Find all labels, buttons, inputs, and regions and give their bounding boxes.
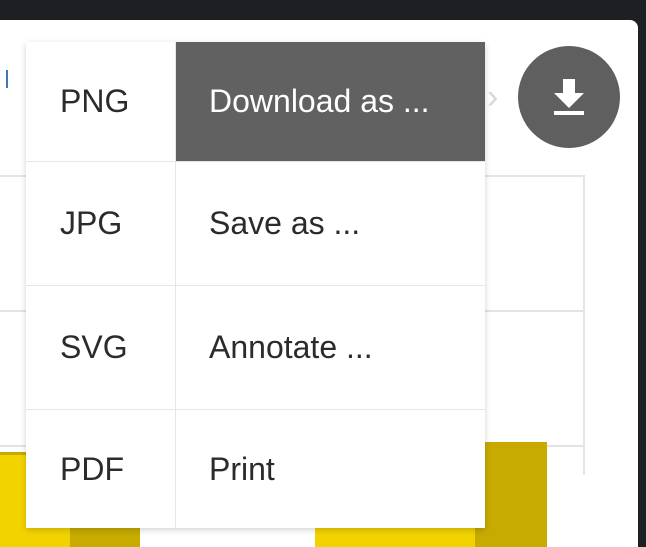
format-svg[interactable]: SVG bbox=[26, 286, 176, 410]
download-button[interactable] bbox=[518, 46, 620, 148]
action-label: Print bbox=[209, 450, 275, 487]
format-label: PNG bbox=[60, 83, 130, 119]
format-jpg[interactable]: JPG bbox=[26, 162, 176, 286]
save-as-item[interactable]: Save as ... bbox=[176, 162, 485, 286]
action-label: Annotate ... bbox=[209, 329, 373, 365]
screenshot-stage: › PNG Download as ... JPG Save as ... SV… bbox=[0, 0, 646, 547]
action-label: Save as ... bbox=[209, 205, 361, 241]
download-icon bbox=[552, 77, 586, 117]
format-pdf[interactable]: PDF bbox=[26, 410, 176, 528]
export-menu: PNG Download as ... JPG Save as ... SVG … bbox=[26, 42, 485, 528]
chevron-right-icon: › bbox=[487, 78, 499, 116]
format-png[interactable]: PNG bbox=[26, 42, 176, 162]
axis-tick bbox=[6, 70, 8, 88]
format-label: JPG bbox=[60, 205, 123, 241]
format-label: SVG bbox=[60, 329, 128, 365]
print-item[interactable]: Print bbox=[176, 410, 485, 528]
annotate-item[interactable]: Annotate ... bbox=[176, 286, 485, 410]
grid-line bbox=[583, 175, 585, 475]
download-as-item[interactable]: Download as ... bbox=[176, 42, 485, 162]
format-label: PDF bbox=[60, 450, 124, 487]
action-label: Download as ... bbox=[209, 83, 430, 119]
